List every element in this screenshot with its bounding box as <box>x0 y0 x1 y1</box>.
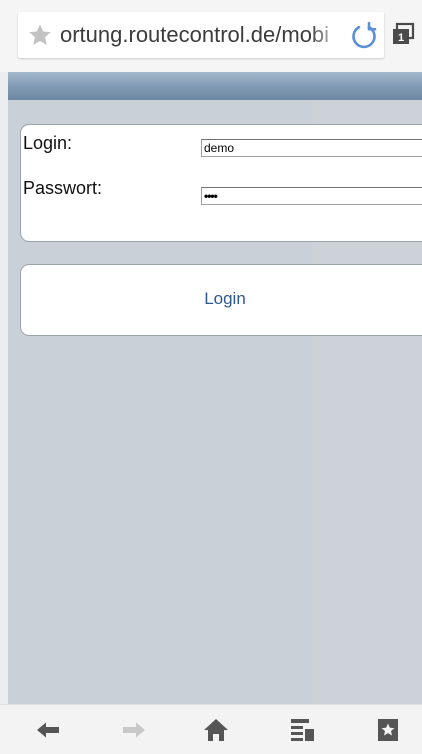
reload-icon[interactable] <box>348 20 380 52</box>
login-input[interactable] <box>201 139 422 157</box>
bookmark-icon[interactable] <box>374 716 402 744</box>
login-form: Login: Passwort: <box>20 124 422 242</box>
tab-count: 1 <box>398 32 404 44</box>
home-icon[interactable] <box>202 716 230 744</box>
password-label: Passwort: <box>23 178 103 198</box>
login-button-label: Login <box>204 289 246 308</box>
reader-icon[interactable] <box>288 716 316 744</box>
url-text[interactable]: ortung.routecontrol.de/mobi <box>60 22 329 48</box>
forward-icon[interactable] <box>120 716 148 744</box>
back-icon[interactable] <box>34 716 62 744</box>
star-icon[interactable] <box>27 22 53 48</box>
browser-url-bar: ortung.routecontrol.de/mobi 1 <box>0 0 422 72</box>
tabs-icon[interactable]: 1 <box>391 22 415 46</box>
web-page: Login: Passwort: Login <box>8 72 422 704</box>
login-button[interactable]: Login <box>20 264 422 336</box>
login-label: Login: <box>23 133 73 153</box>
password-input[interactable] <box>201 187 422 205</box>
address-field[interactable]: ortung.routecontrol.de/mobi <box>18 12 384 58</box>
url-fade <box>310 12 344 58</box>
browser-bottom-toolbar <box>0 704 422 754</box>
page-header-bar <box>8 72 422 100</box>
